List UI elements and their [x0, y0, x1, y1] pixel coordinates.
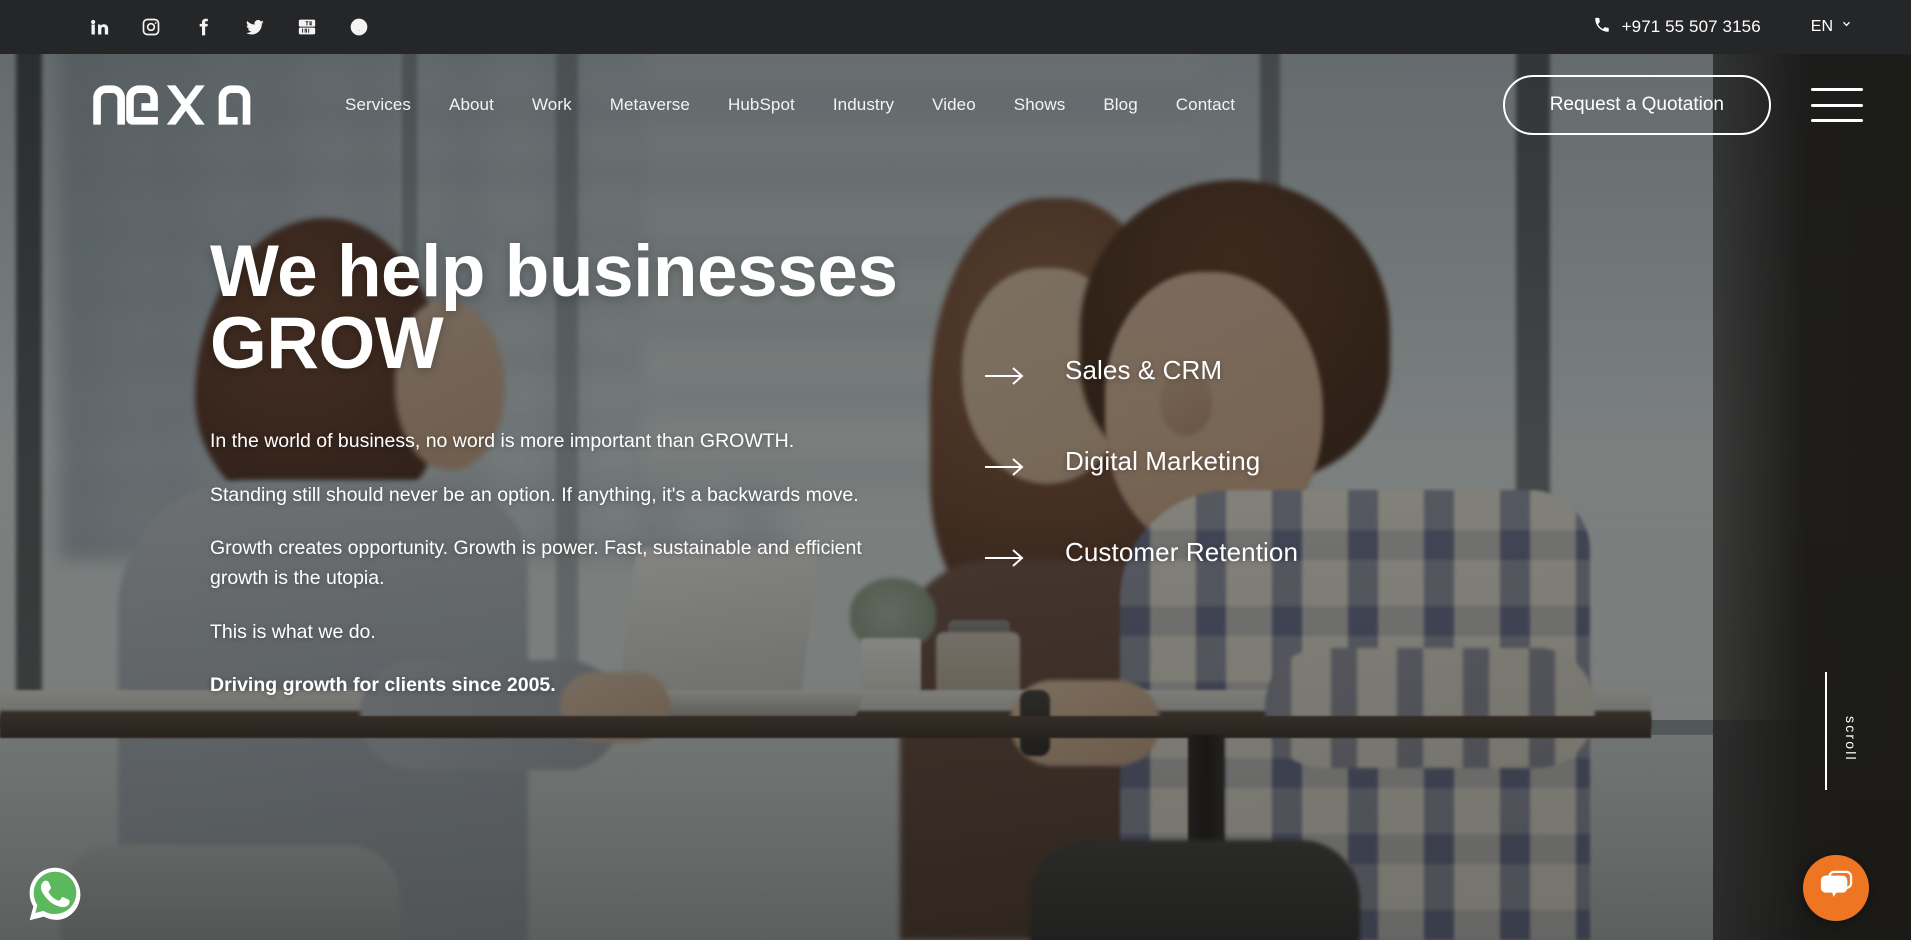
- hero-services-column: Sales & CRM Digital Marketing Customer R…: [985, 356, 1605, 629]
- service-text-wrap: Customer Retention: [1065, 538, 1298, 567]
- pinterest-icon: [349, 17, 369, 37]
- hero-headline-line-2: GROW: [210, 302, 444, 384]
- service-label: Customer Retention: [1065, 537, 1299, 567]
- chat-bubbles-icon: [1819, 870, 1853, 907]
- nav-link-contact[interactable]: Contact: [1157, 85, 1254, 125]
- page-root: +971 55 507 3156 EN Services About Work …: [0, 0, 1911, 940]
- request-quotation-button[interactable]: Request a Quotation: [1502, 75, 1771, 135]
- site-logo[interactable]: [92, 84, 282, 126]
- arrow-right-icon: [985, 456, 1027, 478]
- service-text-wrap: Sales & CRM: [1065, 356, 1222, 385]
- scroll-indicator[interactable]: scroll: [1805, 672, 1865, 822]
- social-link-instagram[interactable]: [137, 13, 165, 41]
- hamburger-menu-icon[interactable]: [1811, 88, 1863, 122]
- hamburger-line: [1811, 103, 1863, 107]
- service-label: Sales & CRM: [1065, 355, 1223, 385]
- hamburger-line: [1811, 88, 1863, 91]
- nav-link-metaverse[interactable]: Metaverse: [591, 85, 709, 125]
- service-link-sales-crm[interactable]: Sales & CRM: [985, 356, 1605, 387]
- nav-link-services[interactable]: Services: [326, 85, 430, 125]
- hamburger-line: [1811, 119, 1863, 122]
- social-link-facebook[interactable]: [189, 13, 217, 41]
- hero-paragraph-3: Growth creates opportunity. Growth is po…: [210, 537, 862, 589]
- service-text-wrap: Digital Marketing: [1065, 447, 1260, 476]
- linkedin-icon: [89, 17, 109, 37]
- nav-links: Services About Work Metaverse HubSpot In…: [326, 85, 1254, 125]
- service-label: Digital Marketing: [1065, 446, 1261, 476]
- service-link-customer-retention[interactable]: Customer Retention: [985, 538, 1605, 569]
- social-link-twitter[interactable]: [241, 13, 269, 41]
- hero-text-column: We help businesses GROW In the world of …: [210, 235, 910, 701]
- hero-paragraph-1: In the world of business, no word is mor…: [210, 430, 795, 453]
- nav-link-work[interactable]: Work: [513, 85, 591, 125]
- phone-link[interactable]: +971 55 507 3156: [1593, 16, 1761, 39]
- youtube-icon: [297, 17, 317, 37]
- nav-link-shows[interactable]: Shows: [995, 85, 1085, 125]
- hero-section: We help businesses GROW In the world of …: [0, 156, 1911, 940]
- nav-link-industry[interactable]: Industry: [814, 85, 913, 125]
- whatsapp-chat-button[interactable]: [26, 865, 84, 923]
- hero-paragraph-tagline: Driving growth for clients since 2005.: [210, 674, 556, 697]
- top-utility-bar: +971 55 507 3156 EN: [0, 0, 1911, 54]
- social-links: [85, 13, 373, 41]
- facebook-icon: [193, 17, 213, 37]
- nav-link-hubspot[interactable]: HubSpot: [709, 85, 814, 125]
- nav-link-blog[interactable]: Blog: [1084, 85, 1156, 125]
- hero-paragraph-2: Standing still should never be an option…: [210, 483, 859, 506]
- twitter-icon: [245, 17, 265, 37]
- scroll-indicator-line: [1825, 672, 1827, 790]
- language-selector[interactable]: EN: [1811, 18, 1853, 36]
- social-link-linkedin[interactable]: [85, 13, 113, 41]
- phone-icon: [1593, 16, 1611, 39]
- hero-headline-line-1: We help businesses: [210, 231, 898, 312]
- instagram-icon: [141, 17, 161, 37]
- live-chat-button[interactable]: [1803, 855, 1869, 921]
- phone-number: +971 55 507 3156: [1621, 17, 1761, 36]
- hero-paragraph-4: This is what we do.: [210, 620, 376, 643]
- nav-right-group: Request a Quotation: [1502, 75, 1863, 135]
- social-link-youtube[interactable]: [293, 13, 321, 41]
- nav-link-about[interactable]: About: [430, 85, 513, 125]
- topbar-right-group: +971 55 507 3156 EN: [1593, 16, 1853, 39]
- nav-link-video[interactable]: Video: [913, 85, 995, 125]
- chevron-down-icon: [1840, 18, 1853, 36]
- service-link-digital-marketing[interactable]: Digital Marketing: [985, 447, 1605, 478]
- social-link-pinterest[interactable]: [345, 13, 373, 41]
- hero-paragraphs: In the world of business, no word is mor…: [210, 427, 910, 701]
- main-navigation-bar: Services About Work Metaverse HubSpot In…: [0, 54, 1911, 156]
- hero-headline: We help businesses GROW: [210, 235, 910, 384]
- arrow-right-icon: [985, 365, 1027, 387]
- scroll-indicator-label: scroll: [1843, 716, 1859, 762]
- language-label: EN: [1810, 18, 1833, 35]
- whatsapp-icon: [26, 865, 84, 923]
- arrow-right-icon: [985, 547, 1027, 569]
